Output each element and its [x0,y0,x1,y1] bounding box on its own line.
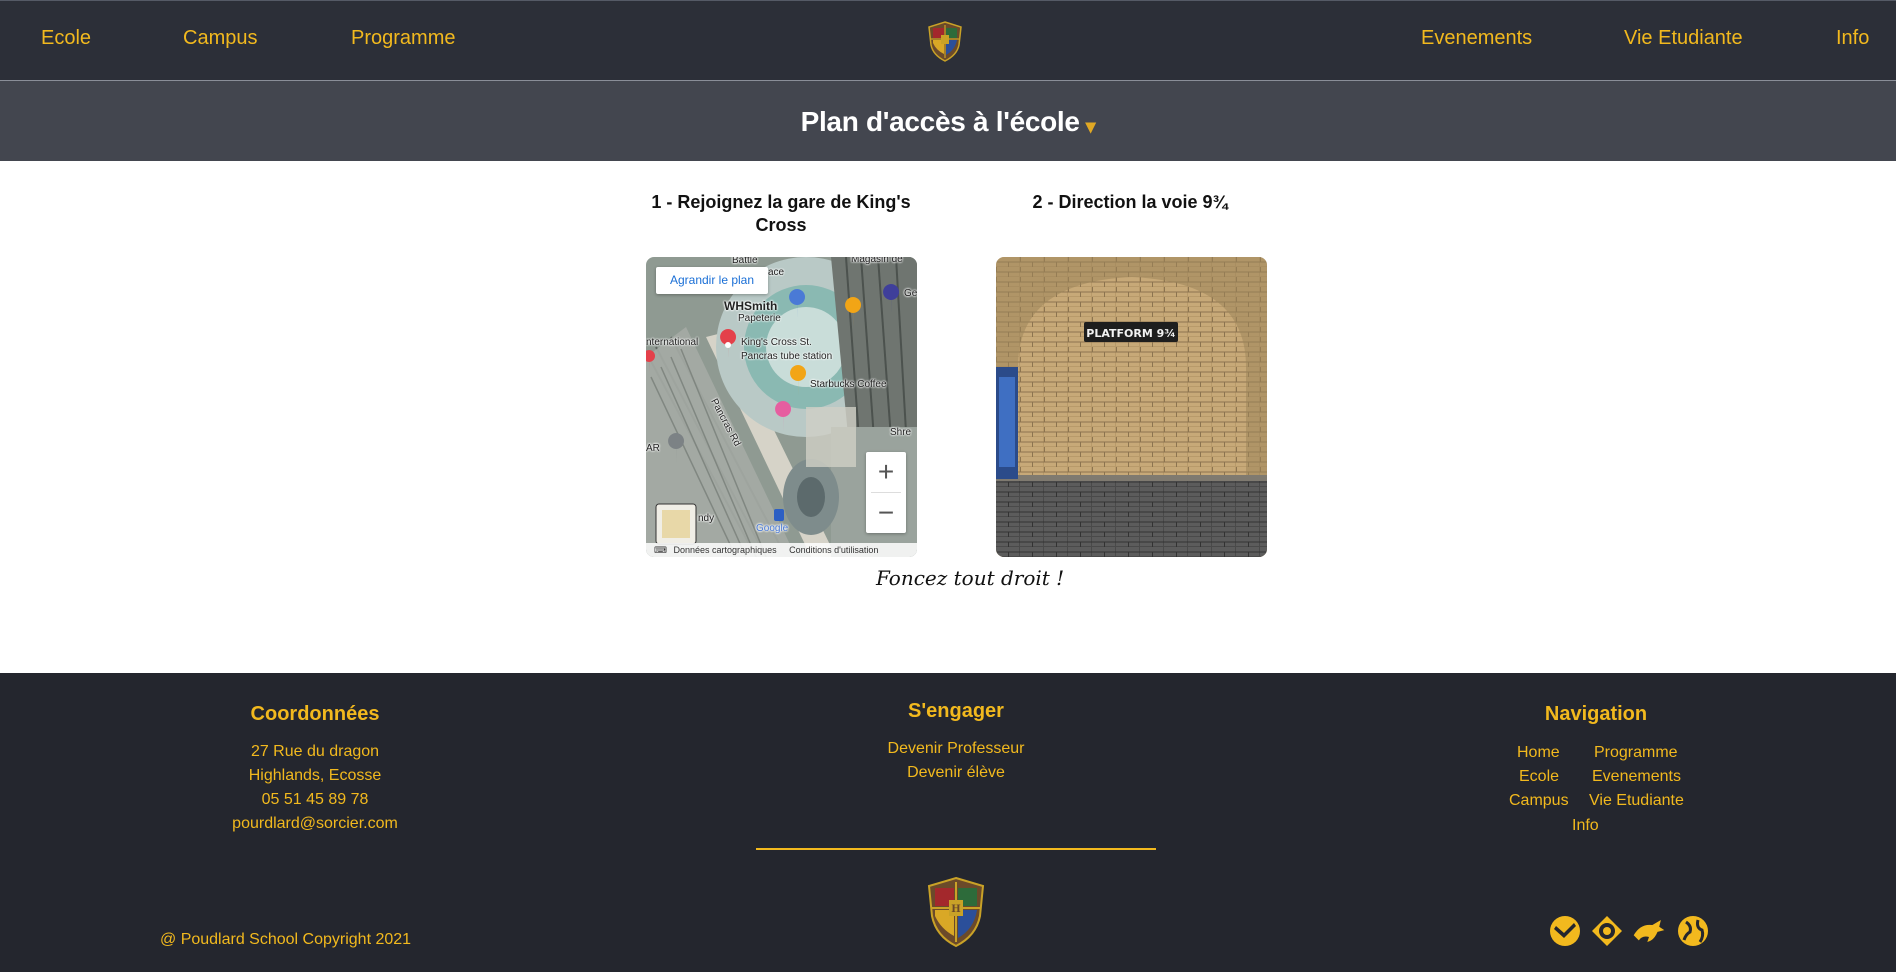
footer-nav-programme[interactable]: Programme [1594,741,1678,765]
step2-title: 2 - Direction la voie 9¾ [1032,192,1228,212]
map-label-starbucks: Starbucks Coffee [810,379,887,390]
map-label-whsmith: WHSmith [724,299,778,313]
map-data-link[interactable]: Données cartographiques [674,545,777,555]
eye-icon[interactable] [1590,914,1624,948]
page-banner: Plan d'accès à l'école ▾ [0,81,1896,161]
map-label-magasin: Magasin de [851,257,903,265]
map-label-place: ace [768,267,785,278]
foncez-caption: Foncez tout droit ! [876,566,1065,590]
keyboard-icon[interactable]: ⌨ [654,545,667,555]
globe-icon[interactable] [1676,914,1710,948]
footer-address1: 27 Rue du dragon [250,743,380,760]
footer-phone: 05 51 45 89 78 [261,791,369,808]
nav-vie-etudiante[interactable]: Vie Etudiante [1624,27,1743,50]
footer-contact: Coordonnées 27 Rue du dragon Highlands, … [215,703,415,836]
map-label-battle: Battle [732,257,758,266]
footer-nav-ecole[interactable]: Ecole [1519,765,1559,789]
step1-title: 1 - Rejoignez la gare de King's Cross [651,192,911,235]
map-label-international: nternational [646,337,699,348]
map-zoom-control: + − [866,452,906,533]
hippogriff-icon[interactable] [1632,914,1666,948]
footer-email[interactable]: pourdlard@sorcier.com [215,812,415,836]
footer-nav-info[interactable]: Info [1572,814,1599,838]
svg-text:H: H [951,904,960,915]
footer-nav-title-wrap: Navigation [1496,703,1696,740]
top-nav: Ecole Campus Programme Evenements Vie Et… [0,0,1896,81]
platform-sign: PLATFORM 9¾ [1086,327,1175,340]
hogwarts-crest-icon[interactable] [923,19,967,63]
footer-engage-title: S'engager [908,700,1004,722]
footer-contact-title: Coordonnées [250,703,380,725]
footer-nav-evenements[interactable]: Evenements [1592,765,1681,789]
nav-ecole[interactable]: Ecole [41,27,91,50]
nav-campus[interactable]: Campus [183,27,257,50]
become-student-link[interactable]: Devenir élève [907,764,1005,781]
hogwarts-crest-icon: H [927,876,985,948]
footer-nav: Home Ecole Campus Programme Evenements V… [1500,741,1700,841]
map-label-ar: AR [646,443,660,454]
page-title: Plan d'accès à l'école ▾ [801,106,1096,139]
chevron-down-icon[interactable]: ▾ [1086,116,1096,138]
platform-image: PLATFORM 9¾ [996,257,1267,557]
google-logo: Google [756,523,789,534]
footer-engage: S'engager Devenir Professeur Devenir élè… [856,700,1056,785]
footer-nav-home[interactable]: Home [1517,741,1560,765]
become-teacher-link[interactable]: Devenir Professeur [888,740,1025,757]
platform-photo: PLATFORM 9¾ [996,257,1267,557]
map-label-kings-cross: King's Cross St. [741,337,812,348]
map-attribution: ⌨ Données cartographiques Conditions d'u… [646,543,917,557]
copyright: @ Poudlard School Copyright 2021 [160,931,412,948]
footer-divider [756,848,1156,850]
map-label-pancras-tube: Pancras tube station [741,351,833,362]
map-label-ge: Ge [904,288,917,299]
page-title-text: Plan d'accès à l'école [800,106,1080,137]
enlarge-map-button[interactable]: Agrandir le plan [656,267,768,294]
footer-address2: Highlands, Ecosse [248,767,382,784]
zoom-out-button[interactable]: − [866,493,906,533]
nav-evenements[interactable]: Evenements [1421,27,1532,50]
footer-nav-title: Navigation [1544,703,1648,725]
nav-programme[interactable]: Programme [351,27,455,50]
map-label-ndy: ndy [698,513,715,524]
map-label-shre: Shre [890,427,912,438]
kings-cross-map[interactable]: Battle ace Magasin de WHSmith Papeterie … [646,257,917,557]
footer-nav-campus[interactable]: Campus [1509,789,1569,813]
footer-nav-vie-etudiante[interactable]: Vie Etudiante [1589,789,1684,813]
zoom-in-button[interactable]: + [866,452,906,492]
snitch-icon[interactable] [1548,914,1582,948]
map-label-papeterie: Papeterie [738,313,781,324]
map-terms-link[interactable]: Conditions d'utilisation [789,545,878,555]
nav-info[interactable]: Info [1836,27,1869,50]
